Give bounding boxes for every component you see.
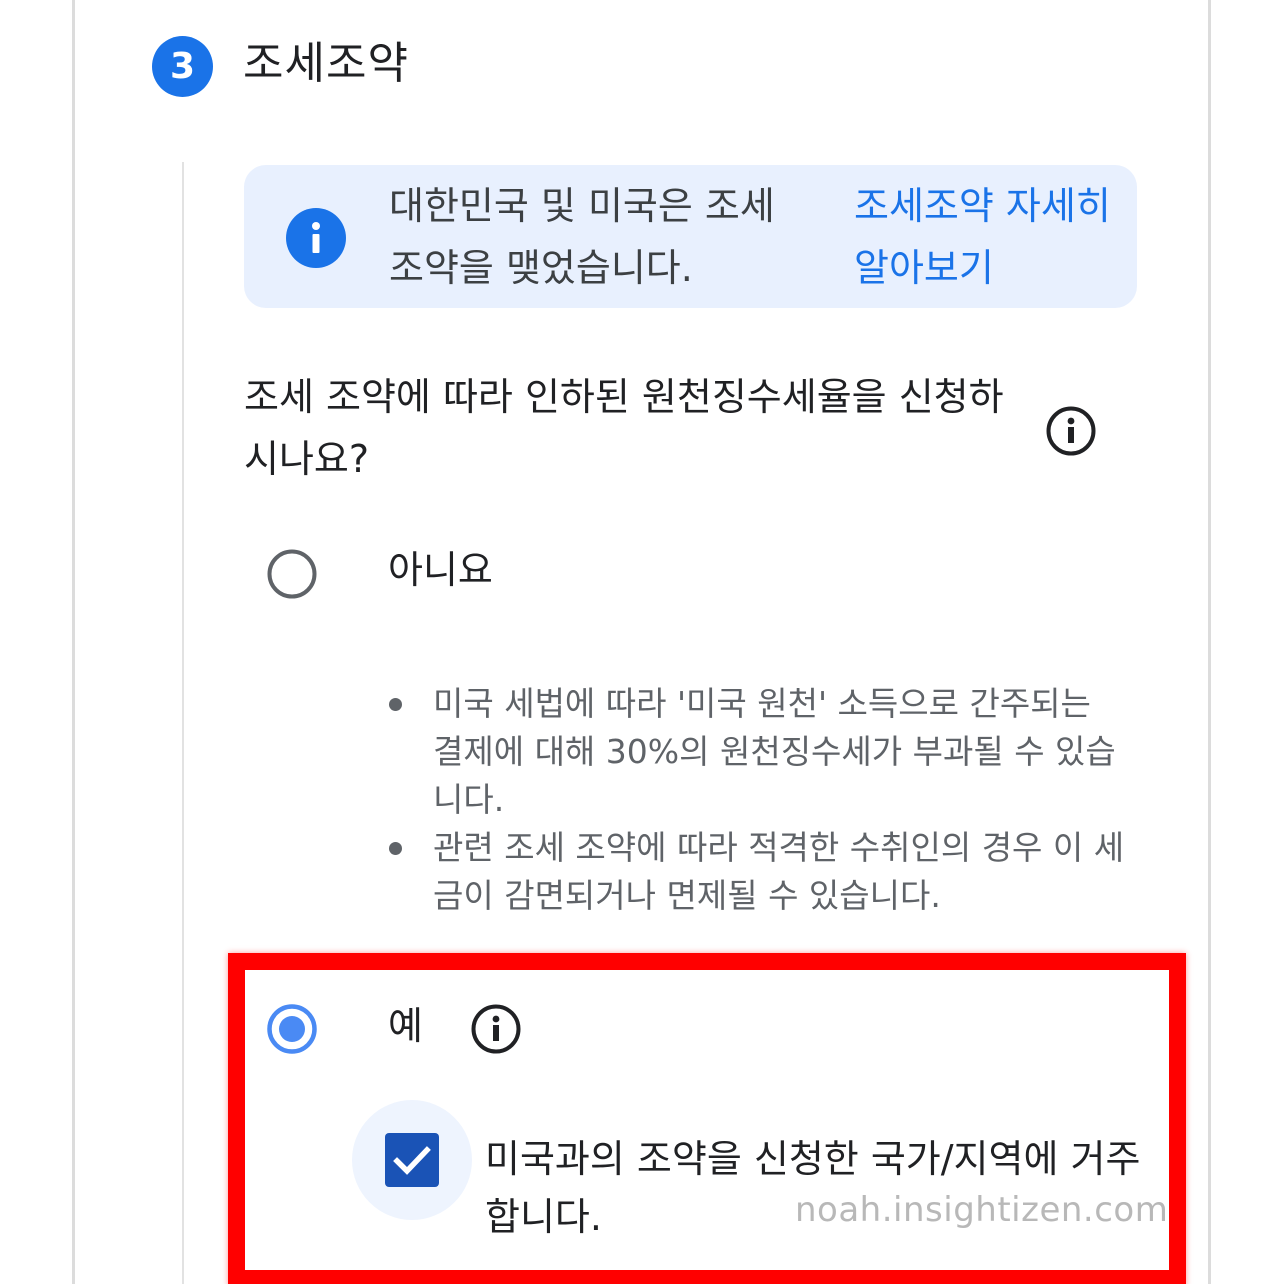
- banner-message: 대한민국 및 미국은 조세 조약을 맺었습니다.: [389, 184, 775, 290]
- bullet-dot: [389, 698, 402, 711]
- step-title: 조세조약: [243, 38, 409, 89]
- info-icon: [286, 208, 346, 268]
- list-item: 관련 조세 조약에 따라 적격한 수취인의 경우 이 세금이 감면되거나 면제될…: [386, 824, 1126, 920]
- highlight-annotation-box: [228, 953, 1186, 1284]
- option-no-label[interactable]: 아니요: [388, 544, 493, 596]
- question-info-icon[interactable]: [1045, 405, 1097, 457]
- list-item: 미국 세법에 따라 '미국 원천' 소득으로 간주되는 결제에 대해 30%의 …: [386, 680, 1126, 824]
- step-connector-line: [182, 162, 184, 1284]
- treaty-question: 조세 조약에 따라 인하된 원천징수세율을 신청하시나요?: [244, 375, 1004, 481]
- withholding-notes: 미국 세법에 따라 '미국 원천' 소득으로 간주되는 결제에 대해 30%의 …: [386, 680, 1126, 920]
- bullet-text: 관련 조세 조약에 따라 적격한 수취인의 경우 이 세금이 감면되거나 면제될…: [433, 828, 1125, 915]
- step-number-badge: 3: [152, 36, 213, 97]
- card-right-border: [1208, 0, 1211, 1284]
- learn-more-link[interactable]: 조세조약 자세히 알아보기: [854, 175, 1114, 299]
- card-left-border: [72, 0, 75, 1284]
- info-banner: 대한민국 및 미국은 조세 조약을 맺었습니다. 조세조약 자세히 알아보기: [244, 165, 1137, 308]
- radio-no[interactable]: [266, 548, 318, 600]
- bullet-dot: [389, 842, 402, 855]
- bullet-text: 미국 세법에 따라 '미국 원천' 소득으로 간주되는 결제에 대해 30%의 …: [433, 684, 1116, 819]
- tax-treaty-section: 3 조세조약 대한민국 및 미국은 조세 조약을 맺었습니다. 조세조약 자세히…: [0, 0, 1284, 1284]
